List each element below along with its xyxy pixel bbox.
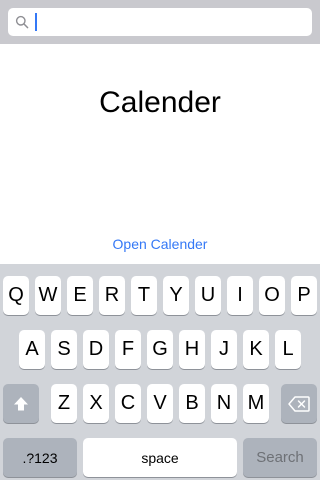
search-input[interactable]	[39, 12, 299, 32]
delete-icon	[288, 395, 310, 412]
key-i[interactable]: I	[227, 276, 253, 315]
key-q[interactable]: Q	[3, 276, 29, 315]
shift-icon	[14, 396, 28, 410]
key-k[interactable]: K	[243, 330, 269, 369]
key-u[interactable]: U	[195, 276, 221, 315]
text-caret	[35, 13, 37, 31]
key-j[interactable]: J	[211, 330, 237, 369]
key-n[interactable]: N	[211, 384, 237, 423]
key-a[interactable]: A	[19, 330, 45, 369]
search-bar	[0, 0, 320, 44]
key-s[interactable]: S	[51, 330, 77, 369]
keyboard: Q W E R T Y U I O P A S D F G H J K L Z …	[0, 264, 320, 480]
key-e[interactable]: E	[67, 276, 93, 315]
key-y[interactable]: Y	[163, 276, 189, 315]
open-calender-link[interactable]: Open Calender	[0, 236, 320, 252]
key-c[interactable]: C	[115, 384, 141, 423]
search-icon	[15, 15, 29, 29]
key-l[interactable]: L	[275, 330, 301, 369]
numbers-key[interactable]: .?123	[3, 438, 77, 477]
delete-key[interactable]	[281, 384, 317, 423]
key-w[interactable]: W	[35, 276, 61, 315]
key-m[interactable]: M	[243, 384, 269, 423]
key-p[interactable]: P	[291, 276, 317, 315]
key-b[interactable]: B	[179, 384, 205, 423]
search-key[interactable]: Search	[243, 438, 317, 477]
space-key[interactable]: space	[83, 438, 237, 477]
search-field[interactable]	[8, 8, 312, 36]
key-h[interactable]: H	[179, 330, 205, 369]
shift-key[interactable]	[3, 384, 39, 423]
key-f[interactable]: F	[115, 330, 141, 369]
key-v[interactable]: V	[147, 384, 173, 423]
key-x[interactable]: X	[83, 384, 109, 423]
page-title: Calender	[99, 86, 221, 119]
key-o[interactable]: O	[259, 276, 285, 315]
key-z[interactable]: Z	[51, 384, 77, 423]
key-d[interactable]: D	[83, 330, 109, 369]
key-g[interactable]: G	[147, 330, 173, 369]
key-t[interactable]: T	[131, 276, 157, 315]
key-r[interactable]: R	[99, 276, 125, 315]
